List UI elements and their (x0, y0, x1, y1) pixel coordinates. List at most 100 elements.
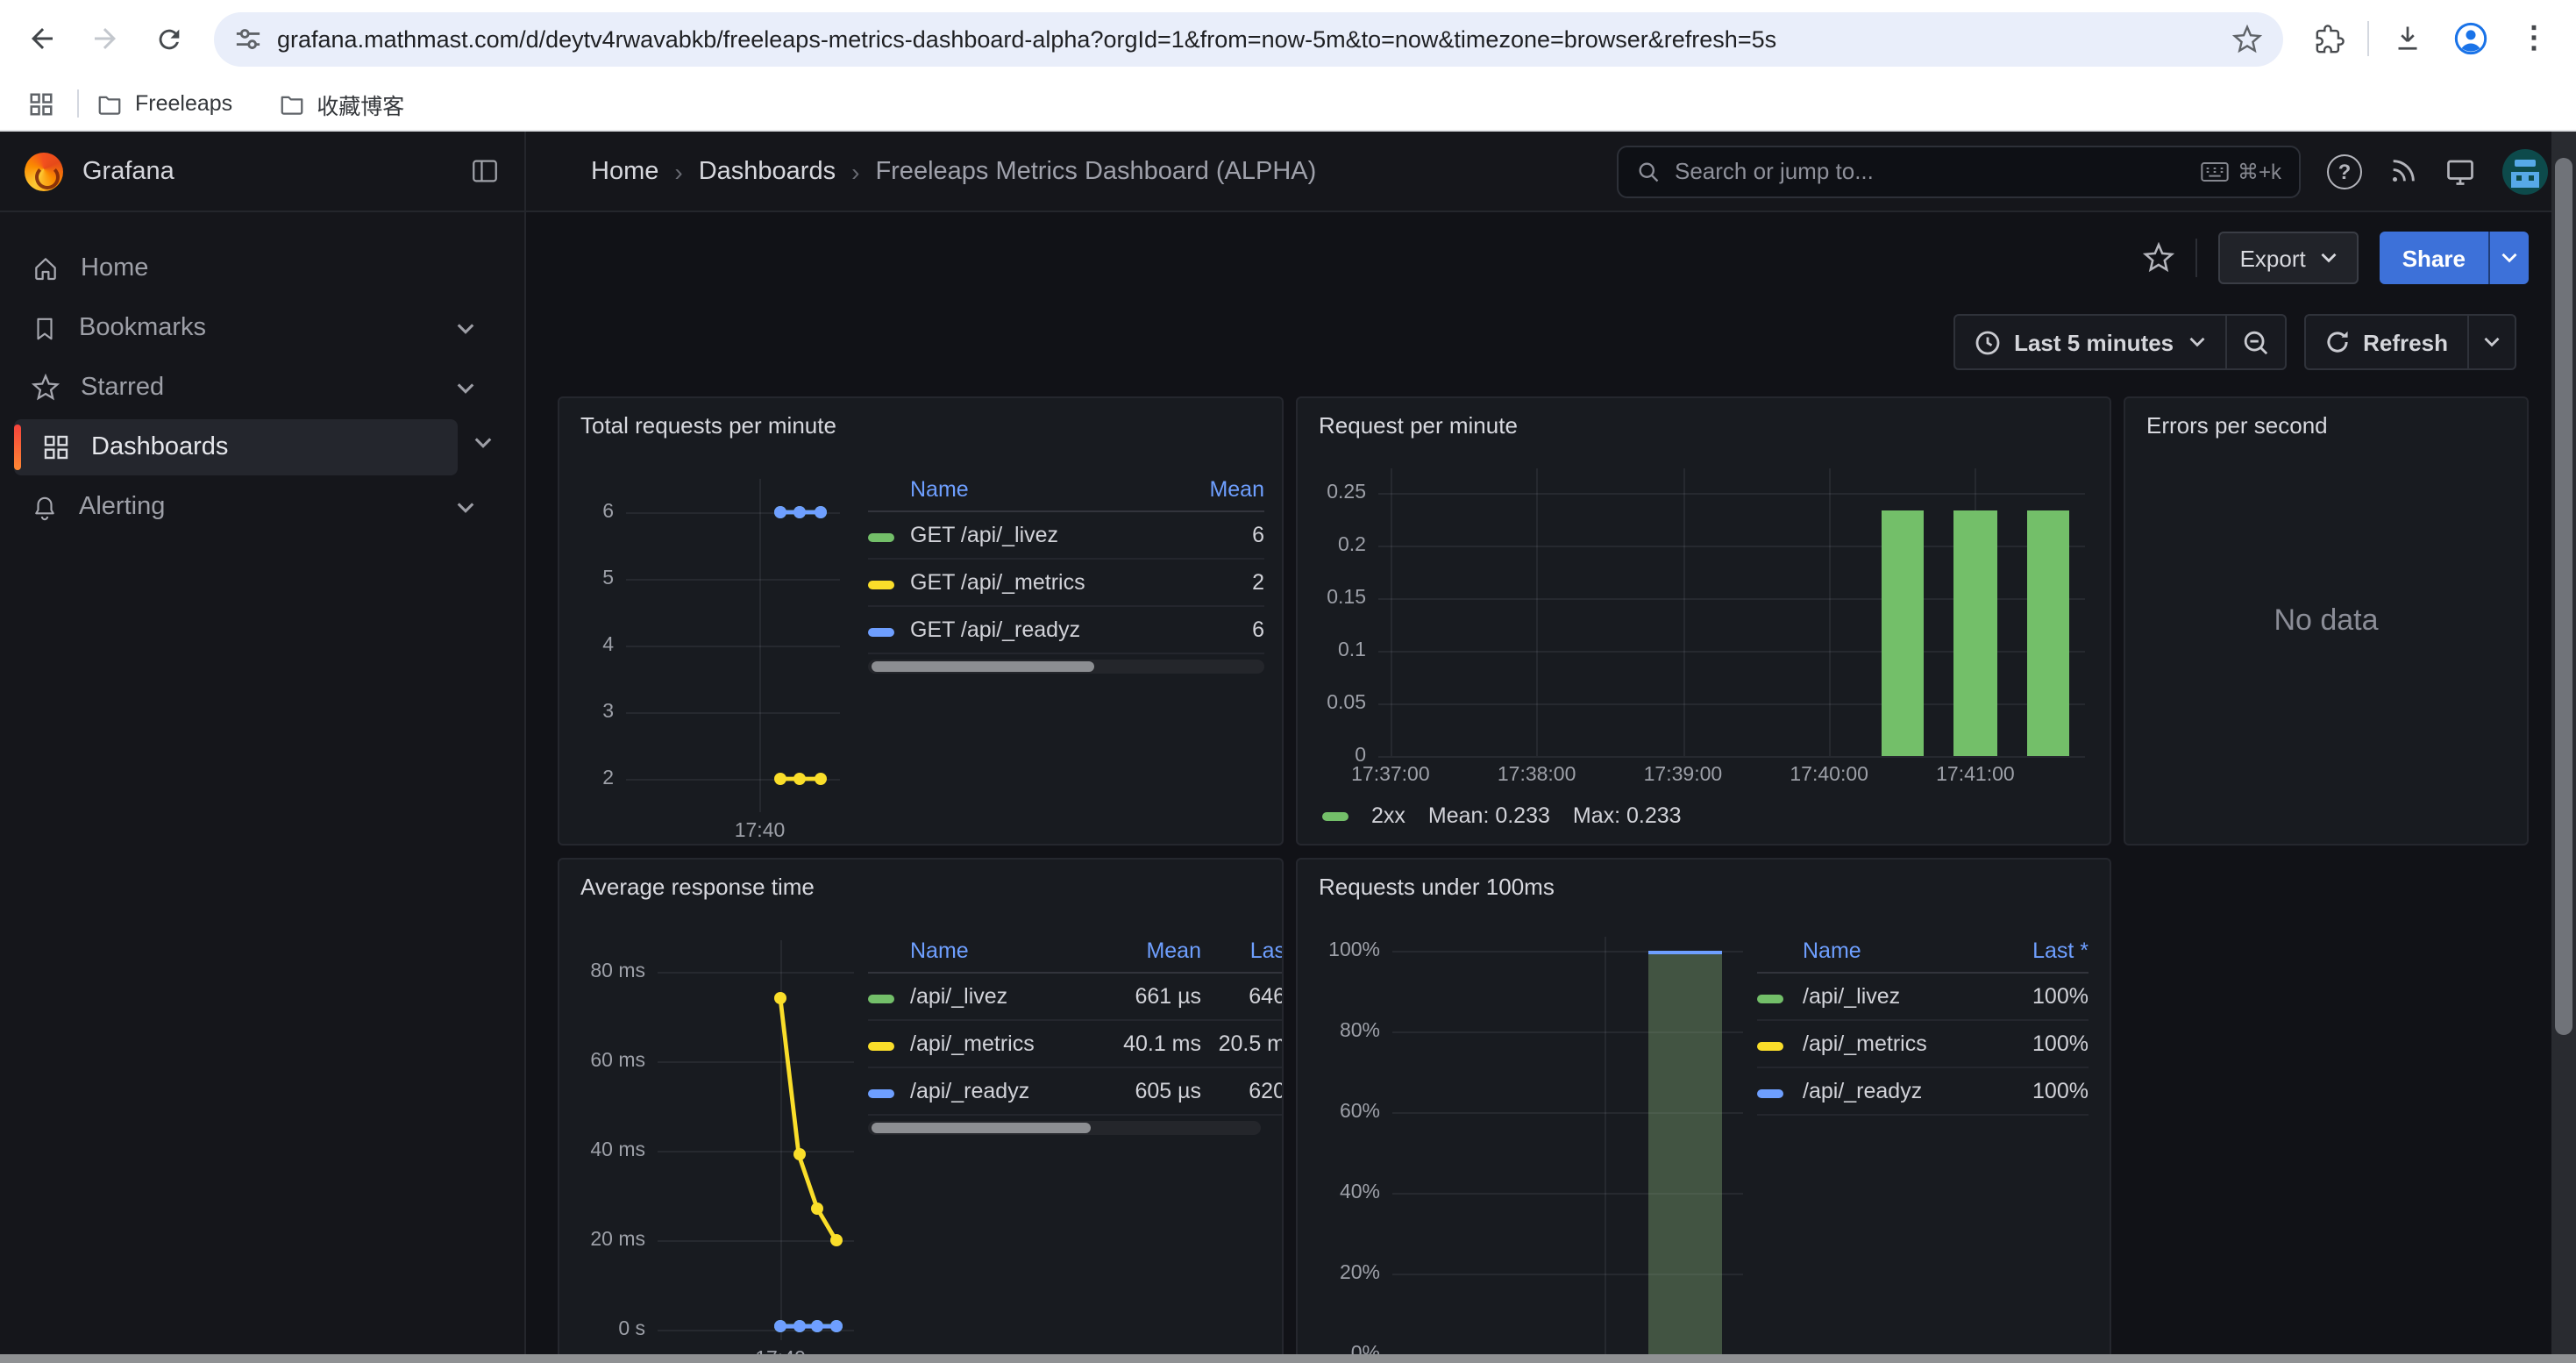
legend-row[interactable]: GET /api/_readyz 6 (868, 607, 1264, 654)
panel-under-100ms[interactable]: Requests under 100ms 100%80%60%40%20%0%1… (1296, 858, 2111, 1363)
legend-row[interactable]: /api/_readyz 100% (1757, 1068, 2089, 1116)
legend-scrollbar[interactable] (868, 1121, 1261, 1135)
legend-header-mean[interactable]: Mean (1089, 938, 1201, 963)
address-bar[interactable]: grafana.mathmast.com/d/deytv4rwavabkb/fr… (214, 11, 2283, 66)
no-data-message: No data (2125, 603, 2527, 639)
panel-request-per-minute[interactable]: Request per minute 0.250.20.150.10.05017… (1296, 396, 2111, 846)
breadcrumb-current: Freeleaps Metrics Dashboard (ALPHA) (875, 157, 1316, 185)
chevron-down-icon[interactable] (456, 501, 475, 513)
chevron-down-icon[interactable] (456, 382, 475, 394)
panel-title: Request per minute (1319, 412, 1518, 439)
legend-header-last[interactable]: Las (1201, 938, 1284, 963)
news-rss-icon[interactable] (2388, 156, 2418, 186)
browser-toolbar: grafana.mathmast.com/d/deytv4rwavabkb/fr… (0, 0, 2576, 77)
page-scrollbar-thumb[interactable] (2555, 158, 2572, 1035)
kiosk-monitor-icon[interactable] (2444, 155, 2476, 187)
legend-header-name[interactable]: Name (910, 938, 1089, 963)
panel-avg-response-time[interactable]: Average response time 80 ms60 ms40 ms20 … (558, 858, 1284, 1363)
legend-row[interactable]: /api/_livez 100% (1757, 974, 2089, 1021)
search-shortcut: ⌘+k (2201, 159, 2281, 183)
search-placeholder: Search or jump to... (1675, 158, 2187, 184)
site-info-icon[interactable] (235, 25, 261, 52)
panel-errors-per-second[interactable]: Errors per second No data (2124, 396, 2529, 846)
legend-table: Name Mean Las /api/_livez 661 µs 646 (868, 930, 1284, 1135)
series-color-livez (868, 533, 894, 542)
sidebar: Home Bookmarks Starred Dashboards (0, 212, 526, 1363)
keyboard-icon (2201, 161, 2229, 182)
home-icon (32, 254, 60, 282)
series-color-2xx (1322, 811, 1348, 820)
bookmark-folder-blogs[interactable]: 收藏博客 (278, 87, 404, 120)
refresh-icon (2324, 330, 2349, 354)
search-input[interactable]: Search or jump to... ⌘+k (1617, 145, 2301, 197)
panel-title: Errors per second (2146, 412, 2328, 439)
grafana-logo[interactable] (25, 152, 63, 190)
legend-scrollbar[interactable] (868, 660, 1264, 674)
time-controls: Last 5 minutes Refresh (1953, 314, 2516, 370)
sidebar-item-home[interactable]: Home (14, 240, 507, 296)
share-button[interactable]: Share (2380, 232, 2488, 284)
legend-row[interactable]: /api/_livez 661 µs 646 (868, 974, 1284, 1021)
panel-total-requests[interactable]: Total requests per minute 6543217:40 Nam… (558, 396, 1284, 846)
browser-menu-icon[interactable]: ⋮ (2509, 14, 2558, 63)
sidebar-item-starred[interactable]: Starred (14, 360, 507, 416)
legend-header-name[interactable]: Name (1803, 938, 1990, 963)
timeseries-plot[interactable]: 80 ms60 ms40 ms20 ms0 s17:40 (658, 940, 854, 1340)
folder-icon (278, 90, 304, 117)
series-color-readyz (868, 1089, 894, 1098)
legend-row[interactable]: GET /api/_metrics 2 (868, 560, 1264, 607)
bookmark-star-icon[interactable] (2232, 24, 2262, 54)
breadcrumb-home[interactable]: Home (591, 157, 658, 185)
reload-button[interactable] (144, 14, 193, 63)
zoom-out-time-button[interactable] (2226, 316, 2284, 368)
bar-plot[interactable]: 0.250.20.150.10.05017:37:0017:38:0017:39… (1378, 468, 2085, 756)
legend-row[interactable]: /api/_metrics 40.1 ms 20.5 m (868, 1021, 1284, 1068)
chevron-down-icon[interactable] (456, 322, 475, 334)
breadcrumb-separator: › (851, 157, 859, 185)
bookmark-folder-freeleaps[interactable]: Freeleaps (96, 90, 232, 117)
chevron-down-icon[interactable] (473, 437, 493, 449)
extensions-icon[interactable] (2304, 14, 2353, 63)
panel-grid: Total requests per minute 6543217:40 Nam… (526, 374, 2576, 1363)
legend-header-mean[interactable]: Mean (1173, 477, 1264, 502)
chevron-down-icon (2501, 253, 2518, 263)
window-bottom-edge (0, 1354, 2576, 1363)
sidebar-item-dashboards[interactable]: Dashboards (14, 419, 458, 475)
chevron-down-icon (2188, 337, 2205, 347)
share-dropdown-button[interactable] (2488, 232, 2529, 284)
legend-line[interactable]: 2xx Mean: 0.233 Max: 0.233 (1322, 803, 1682, 828)
bookmarks-divider (77, 89, 79, 118)
timeseries-plot[interactable]: 6543217:40 (626, 479, 840, 812)
collapse-sidebar-icon[interactable] (470, 156, 500, 186)
refresh-interval-dropdown[interactable] (2469, 316, 2515, 368)
legend-table: Name Last * /api/_livez 100% /api/_metri… (1757, 930, 2089, 1116)
series-color-metrics (868, 581, 894, 589)
series-color-readyz (868, 628, 894, 637)
area-plot[interactable]: 100%80%60%40%20%0%17:40 (1392, 937, 1743, 1354)
legend-header-last[interactable]: Last * (1990, 938, 2089, 963)
time-range-group: Last 5 minutes (1953, 314, 2286, 370)
favorite-star-icon[interactable] (2144, 242, 2175, 274)
legend-header-name[interactable]: Name (910, 477, 1173, 502)
forward-button[interactable] (81, 14, 130, 63)
help-icon[interactable]: ? (2327, 153, 2362, 189)
star-icon (32, 374, 60, 402)
export-button[interactable]: Export (2219, 232, 2359, 284)
clock-icon (1974, 329, 2000, 355)
legend-row[interactable]: GET /api/_livez 6 (868, 512, 1264, 560)
grafana-app: Grafana Home › Dashboards › Freeleaps Me… (0, 132, 2576, 1363)
time-range-picker[interactable]: Last 5 minutes (1954, 316, 2224, 368)
breadcrumb-dashboards[interactable]: Dashboards (699, 157, 836, 185)
sidebar-item-bookmarks[interactable]: Bookmarks (14, 300, 507, 356)
legend-row[interactable]: /api/_metrics 100% (1757, 1021, 2089, 1068)
user-avatar[interactable] (2502, 148, 2548, 194)
sidebar-item-alerting[interactable]: Alerting (14, 479, 507, 535)
back-button[interactable] (18, 14, 67, 63)
profile-icon[interactable] (2446, 14, 2495, 63)
apps-grid-icon[interactable] (21, 79, 60, 128)
legend-row[interactable]: /api/_readyz 605 µs 620 (868, 1068, 1284, 1116)
downloads-icon[interactable] (2383, 14, 2432, 63)
refresh-button[interactable]: Refresh (2305, 316, 2467, 368)
dashboards-grid-icon (42, 433, 70, 461)
screen: grafana.mathmast.com/d/deytv4rwavabkb/fr… (0, 0, 2576, 1363)
